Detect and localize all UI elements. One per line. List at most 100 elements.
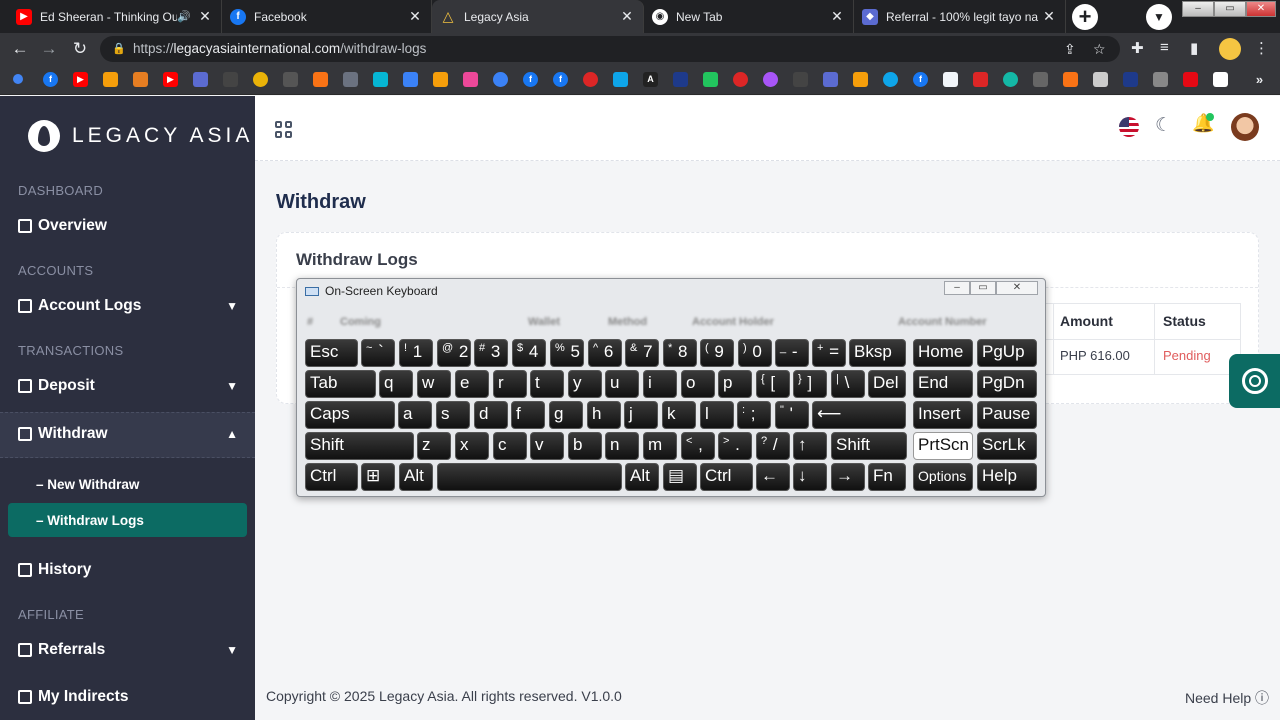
close-icon[interactable]: ✕ (996, 281, 1038, 295)
close-tab-icon[interactable]: ✕ (619, 8, 635, 25)
osk-key[interactable]: h (587, 401, 621, 429)
osk-key[interactable]: q (379, 370, 413, 398)
bookmark-icon[interactable] (193, 72, 208, 87)
osk-key[interactable]: z (417, 432, 451, 460)
facebook-icon[interactable]: f (43, 72, 58, 87)
user-avatar[interactable] (1231, 113, 1259, 141)
side-panel-icon[interactable]: ▮ (1190, 39, 1198, 57)
brand-logo[interactable]: LEGACY ASIA (28, 120, 253, 152)
bookmark-icon[interactable] (1213, 72, 1228, 87)
osk-key[interactable]: r (493, 370, 527, 398)
osk-key[interactable]: PgDn (977, 370, 1037, 398)
bookmark-icon[interactable] (883, 72, 898, 87)
bookmark-icon[interactable] (673, 72, 688, 87)
osk-key[interactable]: : ; (737, 401, 771, 429)
browser-tab-youtube[interactable]: ▶ Ed Sheeran - Thinking Out 🔊 ✕ (8, 0, 222, 33)
bookmark-icon[interactable] (1183, 72, 1198, 87)
browser-tab-legacy-asia[interactable]: △ Legacy Asia ✕ (432, 0, 644, 33)
bookmark-icon[interactable] (613, 72, 628, 87)
osk-key[interactable]: n (605, 432, 639, 460)
osk-key[interactable]: ScrLk (977, 432, 1037, 460)
sidebar-item-referrals[interactable]: Referrals ▼ (18, 637, 238, 663)
osk-key[interactable]: } ] (793, 370, 827, 398)
minimize-icon[interactable]: – (1182, 1, 1214, 17)
osk-key[interactable] (437, 463, 622, 491)
sidebar-item-deposit[interactable]: Deposit ▼ (18, 373, 238, 399)
osk-key[interactable]: v (530, 432, 564, 460)
dark-mode-icon[interactable]: ☾ (1155, 114, 1172, 137)
osk-key[interactable]: Insert (913, 401, 973, 429)
osk-key[interactable]: @ 2 (437, 339, 471, 367)
bookmark-icon[interactable] (943, 72, 958, 87)
osk-key[interactable]: Caps (305, 401, 395, 429)
sidebar-item-my-indirects[interactable]: My Indirects (18, 684, 238, 710)
osk-key[interactable]: Options (913, 463, 973, 491)
osk-key[interactable]: < , (681, 432, 715, 460)
bookmark-icon[interactable] (973, 72, 988, 87)
facebook-icon[interactable]: f (553, 72, 568, 87)
osk-key[interactable]: m (643, 432, 677, 460)
bookmark-icon[interactable] (1093, 72, 1108, 87)
osk-key[interactable]: Bksp (849, 339, 906, 367)
new-tab-button[interactable]: + (1072, 4, 1098, 30)
bookmark-icon[interactable] (133, 72, 148, 87)
sidebar-item-history[interactable]: History (18, 557, 238, 583)
bookmark-icon[interactable]: A (643, 72, 658, 87)
osk-key[interactable]: → (831, 463, 865, 491)
facebook-icon[interactable]: f (913, 72, 928, 87)
bookmark-icon[interactable] (1123, 72, 1138, 87)
osk-key[interactable]: Shift (305, 432, 414, 460)
bookmark-icon[interactable] (1003, 72, 1018, 87)
osk-key[interactable]: $ 4 (512, 339, 546, 367)
bookmark-icon[interactable] (793, 72, 808, 87)
osk-key[interactable]: k (662, 401, 696, 429)
osk-key[interactable]: ↑ (793, 432, 827, 460)
us-flag-icon[interactable] (1119, 117, 1139, 137)
bookmark-icon[interactable] (313, 72, 328, 87)
osk-key[interactable]: j (624, 401, 658, 429)
osk-key[interactable]: ( 9 (700, 339, 734, 367)
osk-key[interactable]: Home (913, 339, 973, 367)
osk-key[interactable]: c (493, 432, 527, 460)
osk-key[interactable]: d (474, 401, 508, 429)
bookmark-icon[interactable] (733, 72, 748, 87)
sidebar-item-withdraw[interactable]: Withdraw ▲ (18, 421, 238, 447)
close-tab-icon[interactable]: ✕ (829, 8, 845, 25)
osk-key[interactable]: t (530, 370, 564, 398)
tab-search-icon[interactable]: ▼ (1146, 4, 1172, 30)
osk-key[interactable]: ? / (756, 432, 790, 460)
osk-key[interactable]: ) 0 (738, 339, 772, 367)
maximize-icon[interactable]: ▭ (1214, 1, 1246, 17)
osk-key[interactable]: { [ (756, 370, 790, 398)
osk-key[interactable]: x (455, 432, 489, 460)
bookmark-icon[interactable] (1033, 72, 1048, 87)
bookmark-icon[interactable] (283, 72, 298, 87)
minimize-icon[interactable]: – (944, 281, 970, 295)
osk-key[interactable]: ↓ (793, 463, 827, 491)
osk-key[interactable]: ← (756, 463, 790, 491)
osk-key[interactable]: l (700, 401, 734, 429)
bookmark-icon[interactable] (463, 72, 478, 87)
close-tab-icon[interactable]: ✕ (407, 8, 423, 25)
osk-key[interactable]: # 3 (474, 339, 508, 367)
forward-icon[interactable]: → (38, 38, 60, 60)
osk-key[interactable]: Alt (399, 463, 433, 491)
osk-key[interactable]: Ctrl (700, 463, 753, 491)
browser-tab-new-tab[interactable]: ◉ New Tab ✕ (644, 0, 854, 33)
address-bar[interactable]: 🔒 https://legacyasiainternational.com/wi… (100, 36, 1120, 62)
osk-key[interactable]: PrtScn (913, 432, 973, 460)
chrome-menu-icon[interactable]: ⋮ (1254, 39, 1269, 57)
osk-key[interactable]: w (417, 370, 451, 398)
bookmark-icon[interactable] (703, 72, 718, 87)
osk-key[interactable]: ▤ (663, 463, 697, 491)
bookmark-icon[interactable] (13, 74, 23, 84)
support-fab-button[interactable] (1229, 354, 1280, 408)
back-icon[interactable]: ← (9, 38, 31, 60)
osk-key[interactable]: o (681, 370, 715, 398)
osk-key[interactable]: % 5 (550, 339, 584, 367)
extensions-icon[interactable]: ✚ (1131, 39, 1144, 57)
need-help-link[interactable]: Need Help ⓘ (1185, 688, 1269, 708)
osk-key[interactable]: Tab (305, 370, 376, 398)
media-control-icon[interactable]: ≡ (1160, 39, 1169, 56)
osk-key[interactable]: p (718, 370, 752, 398)
